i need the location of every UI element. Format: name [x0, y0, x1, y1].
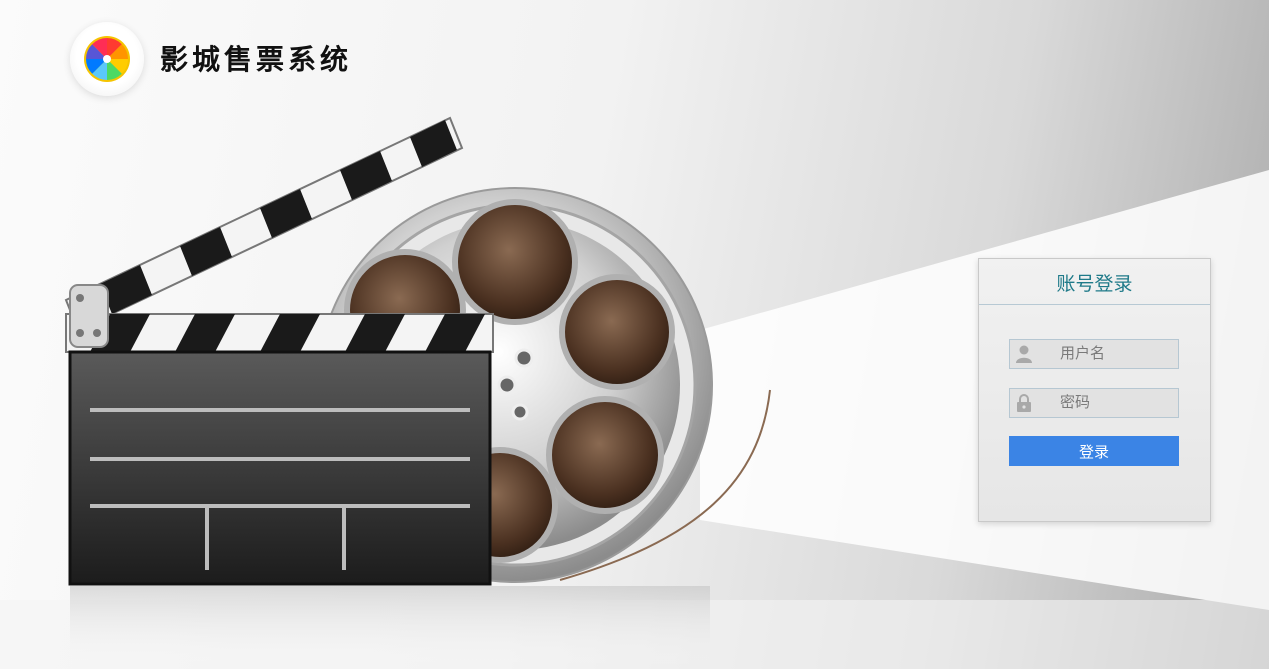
username-field[interactable]	[1009, 339, 1179, 369]
username-input[interactable]	[1040, 342, 1174, 364]
floor-reflection	[70, 586, 710, 669]
user-icon	[1010, 340, 1038, 368]
clapperboard-body	[68, 350, 492, 586]
password-field[interactable]	[1009, 388, 1179, 418]
lock-icon	[1010, 389, 1038, 417]
login-button[interactable]: 登录	[1009, 436, 1179, 466]
login-header: 账号登录	[979, 259, 1210, 305]
password-input[interactable]	[1040, 391, 1174, 413]
login-panel: 账号登录 登录	[978, 258, 1211, 522]
